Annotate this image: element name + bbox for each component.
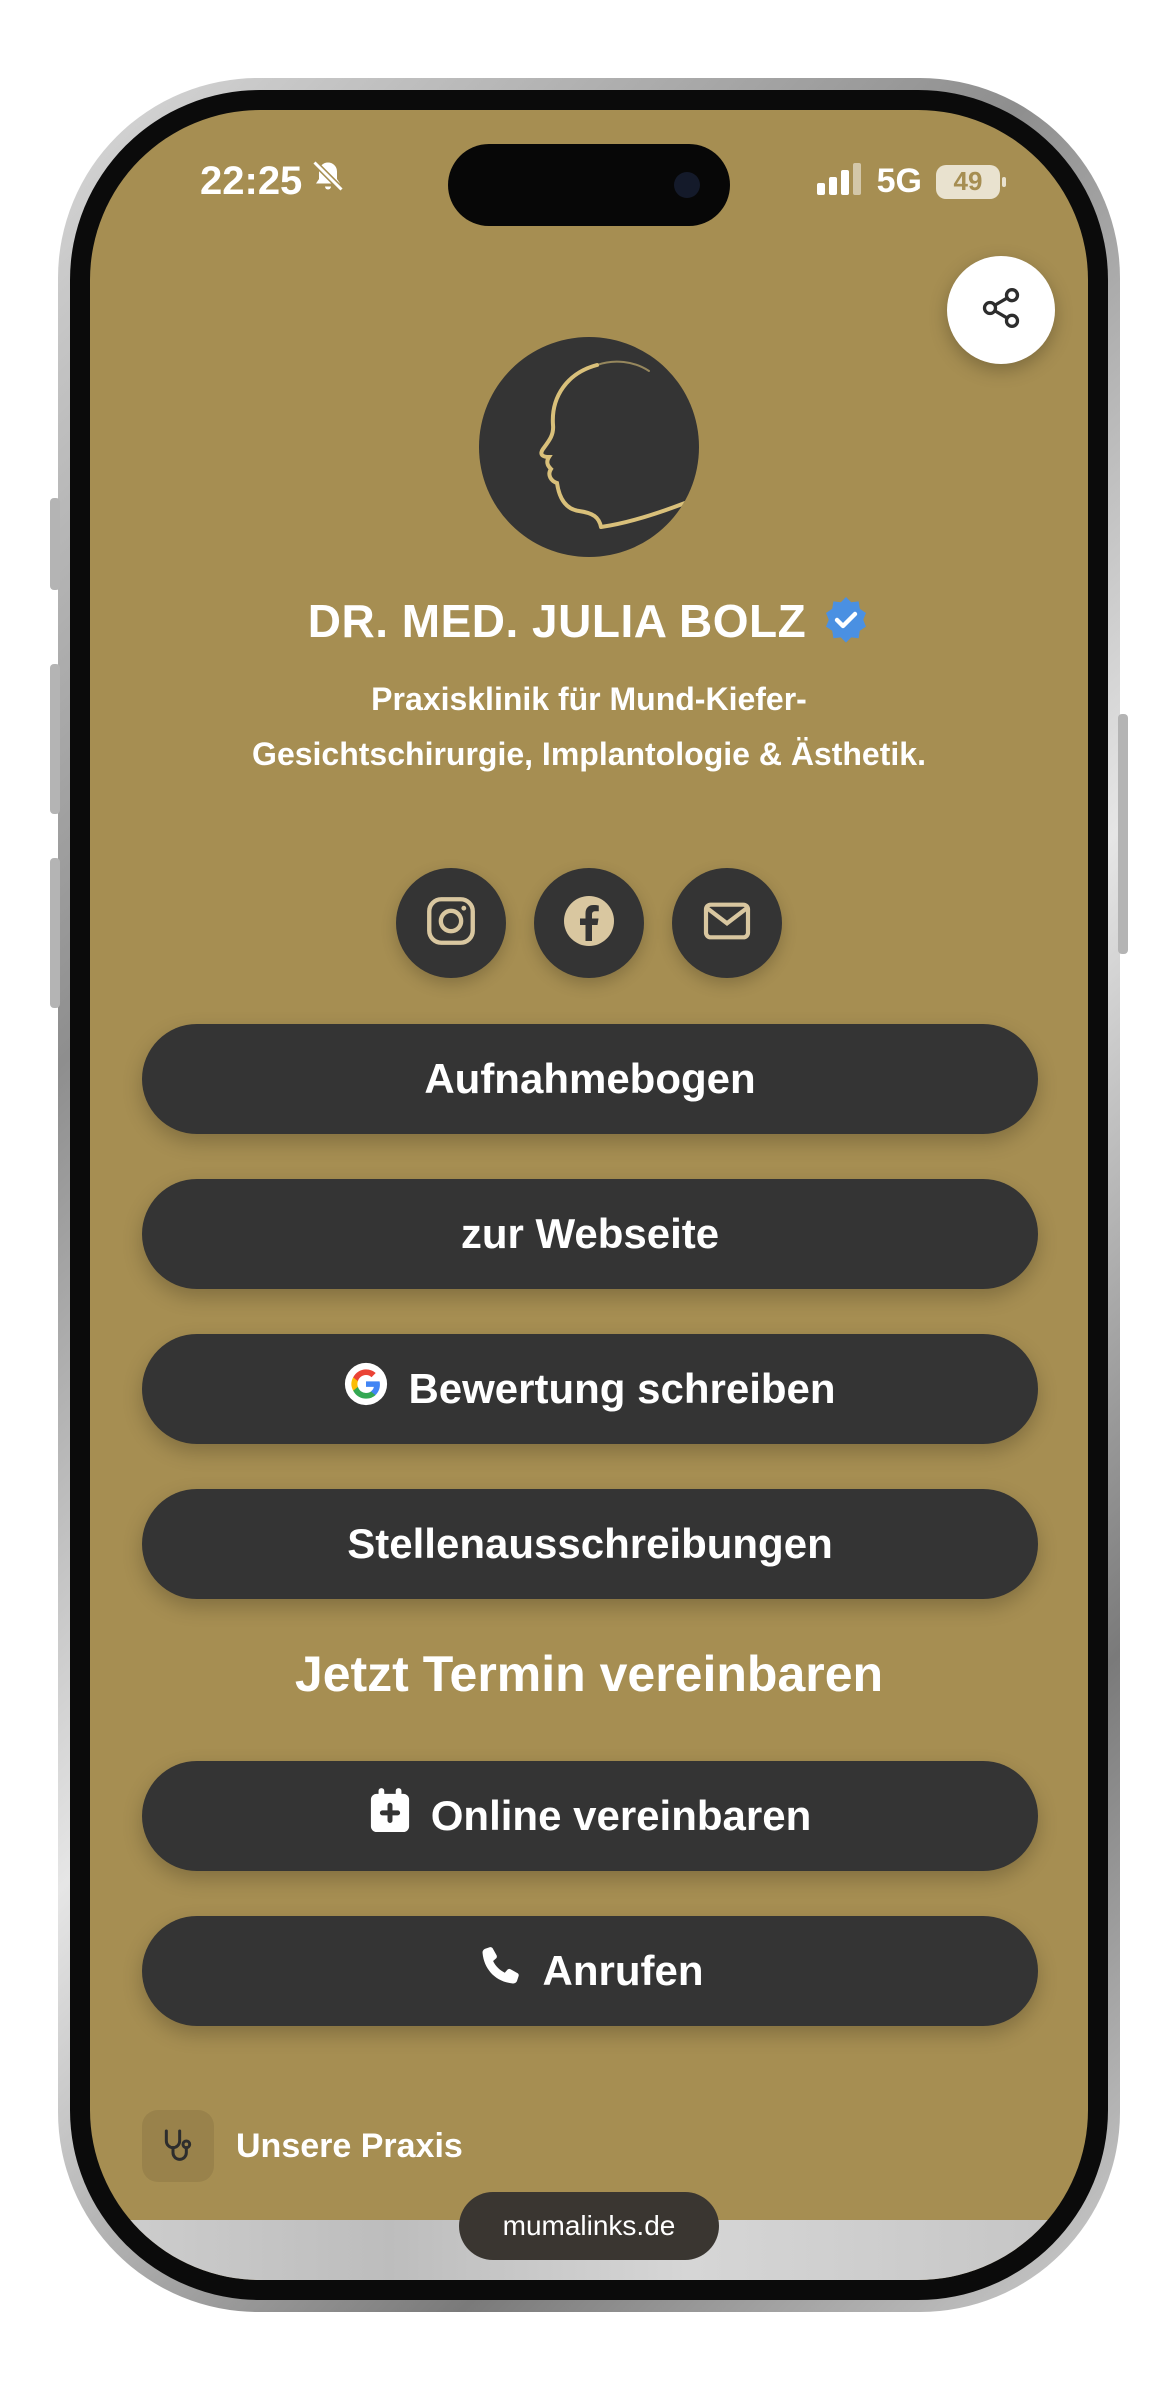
email-button[interactable] [672,868,782,978]
action-button [50,498,60,590]
facebook-icon [559,891,619,956]
praxis-link[interactable]: Unsere Praxis [142,2110,463,2182]
appointment-heading: Jetzt Termin vereinbaren [294,1646,884,1702]
status-time: 22:25 [200,158,346,204]
verified-badge-icon [822,595,870,648]
jobs-button[interactable]: Stellenausschreibungen [142,1489,1038,1599]
bell-muted-icon [310,158,346,204]
power-button [1118,714,1128,954]
review-button[interactable]: Bewertung schreiben [142,1334,1038,1444]
status-indicators: 5G 49 [815,162,1006,201]
signal-icon [815,163,863,200]
online-booking-button[interactable]: Online vereinbaren [142,1761,1038,1871]
camera-lens [674,172,700,198]
mail-icon [699,893,755,954]
time-label: 22:25 [200,158,303,203]
profile-name-row: DR. MED. JULIA BOLZ [90,594,1088,648]
profile-logo [479,337,699,557]
volume-down-button [50,858,60,1008]
calendar-plus-icon [369,1788,411,1844]
stethoscope-icon [142,2110,214,2182]
aufnahmebogen-label: Aufnahmebogen [424,1055,756,1102]
battery-level: 49 [953,166,983,196]
review-label: Bewertung schreiben [408,1365,836,1412]
facebook-button[interactable] [534,868,644,978]
jobs-label: Stellenausschreibungen [347,1520,833,1567]
praxis-label: Unsere Praxis [236,2126,463,2165]
aufnahmebogen-button[interactable]: Aufnahmebogen [142,1024,1038,1134]
volume-up-button [50,664,60,814]
share-button[interactable] [947,256,1055,364]
instagram-button[interactable] [396,868,506,978]
battery-icon: 49 [936,164,1006,199]
online-booking-label: Online vereinbaren [430,1792,812,1839]
description-line-1: Praxisklinik für Mund-Kiefer- [371,681,807,717]
network-type: 5G [876,162,922,200]
phone-icon [477,1943,523,1999]
social-links [90,868,1088,978]
phone-screen: 22:25 5G 49 DR. MED. JULIA BOLZ Praxiskl… [90,110,1088,2280]
call-button[interactable]: Anrufen [142,1916,1038,2026]
call-label: Anrufen [542,1947,704,1994]
url-label: mumalinks.de [502,2210,676,2241]
instagram-icon [422,892,480,955]
share-icon [979,286,1023,335]
profile-name: DR. MED. JULIA BOLZ [307,595,807,647]
google-icon [344,1362,388,1416]
dynamic-island [448,144,730,226]
description-line-2: Gesichtschirurgie, Implantologie & Ästhe… [252,736,926,772]
url-badge[interactable]: mumalinks.de [459,2192,719,2260]
website-label: zur Webseite [460,1210,720,1257]
website-button[interactable]: zur Webseite [142,1179,1038,1289]
profile-description: Praxisklinik für Mund-Kiefer- Gesichtsch… [130,672,1048,782]
